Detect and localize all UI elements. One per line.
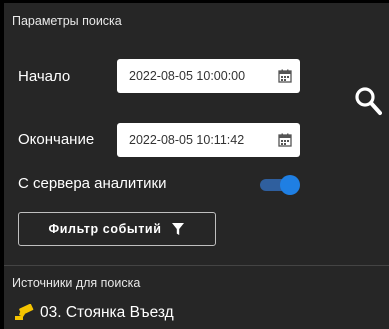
- start-datetime-value: 2022-08-05 10:00:00: [129, 69, 246, 83]
- end-label: Окончание: [18, 131, 95, 148]
- analytics-server-toggle[interactable]: [258, 175, 300, 195]
- left-border: [0, 0, 4, 329]
- calendar-icon[interactable]: [278, 69, 292, 83]
- filter-icon: [172, 223, 185, 235]
- search-panel: Параметры поиска Начало 2022-08-05 10:00…: [0, 0, 389, 329]
- top-border: [0, 0, 389, 3]
- calendar-icon[interactable]: [278, 133, 292, 147]
- source-label: 03. Стоянка Въезд: [40, 304, 174, 321]
- sources-title: Источники для поиска: [12, 276, 141, 290]
- start-datetime-field[interactable]: 2022-08-05 10:00:00: [117, 59, 300, 93]
- search-params-title: Параметры поиска: [12, 14, 122, 28]
- camera-icon: [15, 304, 34, 320]
- toggle-knob: [280, 175, 300, 195]
- end-datetime-field[interactable]: 2022-08-05 10:11:42: [117, 123, 300, 157]
- search-icon[interactable]: [354, 86, 382, 116]
- source-list-item[interactable]: 03. Стоянка Въезд: [14, 304, 174, 322]
- analytics-server-label: С сервера аналитики: [18, 175, 167, 192]
- section-divider: [4, 265, 389, 266]
- start-label: Начало: [18, 68, 71, 85]
- event-filter-label: Фильтр событий: [48, 222, 162, 236]
- end-datetime-value: 2022-08-05 10:11:42: [129, 133, 245, 147]
- event-filter-button[interactable]: Фильтр событий: [18, 212, 216, 246]
